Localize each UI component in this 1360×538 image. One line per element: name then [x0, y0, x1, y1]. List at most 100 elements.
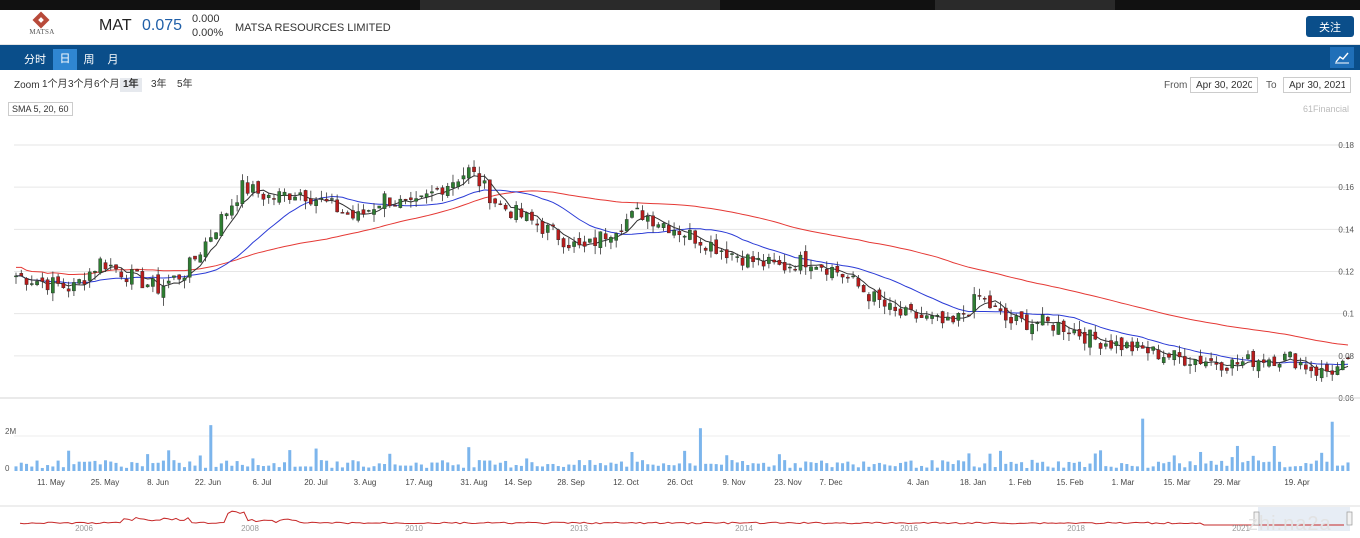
volume-bar [1199, 451, 1203, 471]
volume-bar [646, 464, 650, 471]
candle-body [951, 315, 955, 323]
candle-body [693, 230, 697, 244]
volume-bar [588, 460, 592, 471]
candle-body [119, 271, 124, 278]
volume-bar [672, 465, 676, 471]
candle-body [335, 199, 339, 213]
volume-bar [1020, 462, 1024, 471]
candle-body [351, 210, 355, 219]
candle-body [930, 315, 934, 319]
candle-body [1151, 346, 1156, 351]
candle-body [235, 202, 239, 206]
volume-bar [846, 461, 850, 471]
volume-bar [1288, 466, 1292, 471]
volume-bar [1130, 465, 1134, 471]
volume-bar [314, 448, 318, 471]
volume-bar [614, 463, 618, 471]
candle-body [1061, 320, 1066, 332]
candle-body [1293, 353, 1298, 369]
volume-bar [999, 450, 1003, 471]
candle-body [856, 277, 861, 287]
volume-bar [1214, 464, 1218, 471]
y-tick-label: 0.14 [1338, 225, 1354, 234]
candle-body [1161, 357, 1166, 363]
volume-bar [856, 467, 860, 471]
candle-body [793, 268, 797, 271]
candle-body [819, 264, 824, 268]
volume-bar [230, 465, 234, 471]
candle-body [656, 224, 661, 228]
volume-bar [1099, 450, 1103, 471]
candle-body [256, 181, 260, 194]
candle-body [1314, 366, 1319, 376]
candle-body [340, 212, 345, 214]
candle-body [1340, 360, 1345, 371]
volume-bar [451, 465, 455, 471]
candle-body [1204, 361, 1208, 367]
volume-bar [425, 467, 429, 471]
volume-bar [920, 465, 924, 471]
candle-body [14, 275, 18, 278]
sma-60-line [16, 190, 1349, 346]
candle-body [946, 316, 950, 321]
candle-body [345, 212, 350, 215]
volume-bar [1167, 461, 1171, 471]
candle-body [193, 255, 197, 260]
candle-body [1119, 337, 1124, 351]
x-tick-label: 1. Mar [1112, 478, 1135, 487]
candle-body [730, 253, 734, 255]
volume-bar [1256, 460, 1260, 471]
volume-bar [1083, 467, 1087, 471]
volume-bar [1077, 461, 1081, 471]
volume-bar [1335, 465, 1339, 471]
volume-bar [1067, 461, 1071, 471]
volume-bar [182, 467, 186, 471]
candle-body [314, 200, 318, 206]
range-navigator[interactable]: 2006 2008 2010 2013 2014 2016 2018 2021 [0, 505, 1360, 533]
stock-chart[interactable]: 0.180.160.140.120.10.080.06 2M0 11. May 2… [0, 0, 1360, 538]
volume-bar [393, 464, 397, 471]
candle-body [514, 205, 518, 220]
volume-bar [1262, 462, 1266, 471]
candle-body [266, 194, 271, 198]
volume-bar [1051, 467, 1055, 471]
volume-bar [40, 467, 44, 471]
candle-body [1056, 322, 1061, 335]
candle-body [1198, 355, 1203, 365]
volume-bar [67, 450, 71, 471]
candle-body [1156, 349, 1161, 360]
volume-bar [340, 467, 344, 471]
candle-body [682, 235, 687, 238]
x-tick-label: 14. Sep [504, 478, 532, 487]
candle-body [466, 167, 471, 179]
candle-body [1019, 311, 1024, 319]
candle-body [877, 289, 882, 300]
volume-bar [214, 466, 218, 471]
volume-bar [772, 465, 776, 471]
candle-body [714, 239, 719, 254]
candle-body [940, 311, 945, 324]
volume-bar [488, 460, 492, 471]
candle-body [1109, 340, 1113, 349]
navigator-tick-label: 2008 [241, 524, 259, 533]
volume-bar [935, 467, 939, 471]
navigator-tick-label: 2014 [735, 524, 753, 533]
volume-bar [635, 461, 639, 471]
volume-bar [383, 464, 387, 471]
volume-bar [219, 463, 223, 471]
volume-bar [1325, 461, 1329, 471]
candle-body [103, 262, 108, 270]
volume-bar [319, 460, 323, 471]
candle-body [1025, 314, 1029, 330]
candle-body [282, 191, 287, 196]
x-tick-label: 31. Aug [460, 478, 487, 487]
volume-bar [30, 466, 34, 471]
candle-body [624, 219, 629, 232]
volume-bar [277, 467, 281, 471]
volume-bar [335, 461, 339, 471]
candle-body [1177, 352, 1182, 358]
date-axis-labels: 11. May 25. May 8. Jun 22. Jun 6. Jul 20. Jul… [37, 478, 1310, 487]
volume-bar [456, 464, 460, 471]
volume-bar [288, 450, 292, 471]
volume-bar [530, 462, 534, 471]
